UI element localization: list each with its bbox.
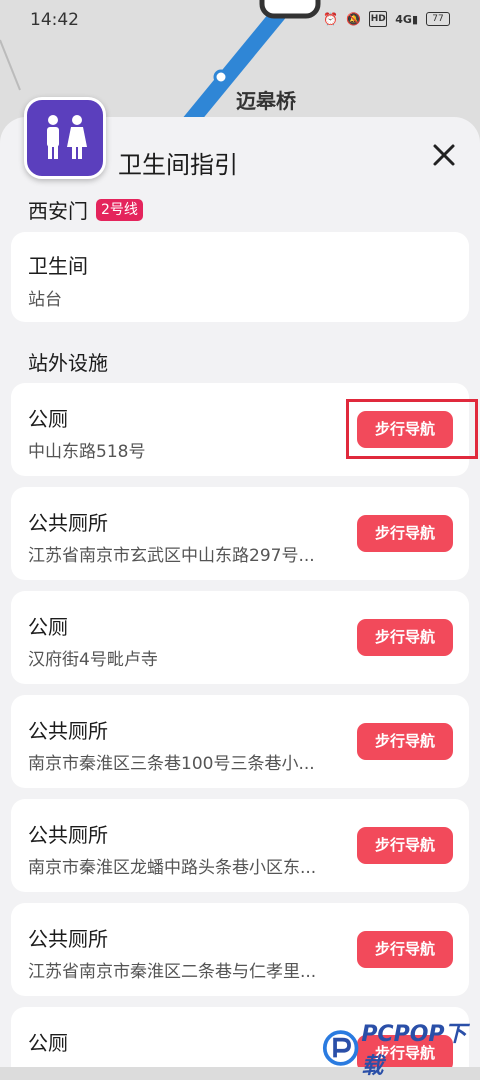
list-item[interactable]: 公共厕所 南京市秦淮区三条巷100号三条巷小... 步行导航 [11, 695, 469, 788]
facility-name: 公共厕所 [28, 927, 108, 951]
inside-restroom-title: 卫生间 [28, 254, 88, 278]
facility-address: 汉府街4号毗卢寺 [28, 650, 158, 670]
facility-name: 公厕 [28, 407, 68, 431]
list-item[interactable]: 公厕 汉府街4号毗卢寺 步行导航 [11, 591, 469, 684]
map-station-label[interactable]: 迈皋桥 [236, 85, 296, 114]
close-icon[interactable] [428, 139, 460, 171]
walk-navigation-button[interactable]: 步行导航 [357, 619, 453, 656]
facility-address: 南京市秦淮区龙蟠中路头条巷小区东... [28, 858, 317, 878]
watermark-logo-icon [322, 1030, 359, 1066]
facility-name: 公共厕所 [28, 719, 108, 743]
highlight-annotation [346, 399, 478, 459]
inside-restroom-card: 卫生间 站台 [11, 232, 469, 322]
walk-navigation-button[interactable]: 步行导航 [357, 515, 453, 552]
battery-icon: 77 [426, 12, 450, 26]
facility-name: 公共厕所 [28, 823, 108, 847]
station-header: 西安门 2号线 [28, 195, 143, 224]
facility-name: 公厕 [28, 615, 68, 639]
list-item[interactable]: 公共厕所 南京市秦淮区龙蟠中路头条巷小区东... 步行导航 [11, 799, 469, 892]
line-badge: 2号线 [96, 198, 143, 221]
facility-address: 中山东路518号 [28, 442, 146, 462]
status-bar: 14:42 ⏰ 🔕 HD 4G▮ 77 [0, 0, 480, 40]
list-item[interactable]: 公厕 中山东路518号 步行导航 [11, 383, 478, 476]
facility-address: 江苏省南京市秦淮区二条巷与仁孝里... [28, 962, 317, 982]
walk-navigation-button[interactable]: 步行导航 [357, 827, 453, 864]
hd-icon: HD [369, 11, 388, 27]
walk-navigation-button[interactable]: 步行导航 [357, 931, 453, 968]
status-time: 14:42 [30, 10, 79, 30]
walk-navigation-button[interactable]: 步行导航 [357, 723, 453, 760]
status-icons: ⏰ 🔕 HD 4G▮ 77 [323, 11, 450, 27]
mute-icon: 🔕 [346, 12, 362, 26]
watermark: PCPOP下载 [322, 1016, 480, 1080]
station-name: 西安门 [28, 199, 88, 223]
outside-section-title: 站外设施 [28, 351, 108, 375]
sheet-title: 卫生间指引 [118, 151, 238, 179]
alarm-icon: ⏰ [323, 12, 339, 26]
network-label: 4G [395, 12, 412, 26]
list-item[interactable]: 公共厕所 江苏省南京市玄武区中山东路297号... 步行导航 [11, 487, 469, 580]
inside-restroom-location: 站台 [28, 290, 62, 310]
list-item[interactable]: 公共厕所 江苏省南京市秦淮区二条巷与仁孝里... 步行导航 [11, 903, 469, 996]
facility-name: 公厕 [28, 1031, 68, 1055]
facility-address: 江苏省南京市玄武区中山东路297号... [28, 546, 315, 566]
restroom-icon [24, 97, 106, 179]
facility-address: 南京市秦淮区三条巷100号三条巷小... [28, 754, 315, 774]
facility-name: 公共厕所 [28, 511, 108, 535]
station-dot[interactable] [213, 69, 229, 85]
restroom-guide-sheet: 卫生间指引 西安门 2号线 卫生间 站台 站外设施 公厕 中山东路518号 步行… [0, 117, 480, 1067]
watermark-text: PCPOP下载 [361, 1022, 467, 1079]
signal-icon: 4G▮ [395, 12, 418, 26]
